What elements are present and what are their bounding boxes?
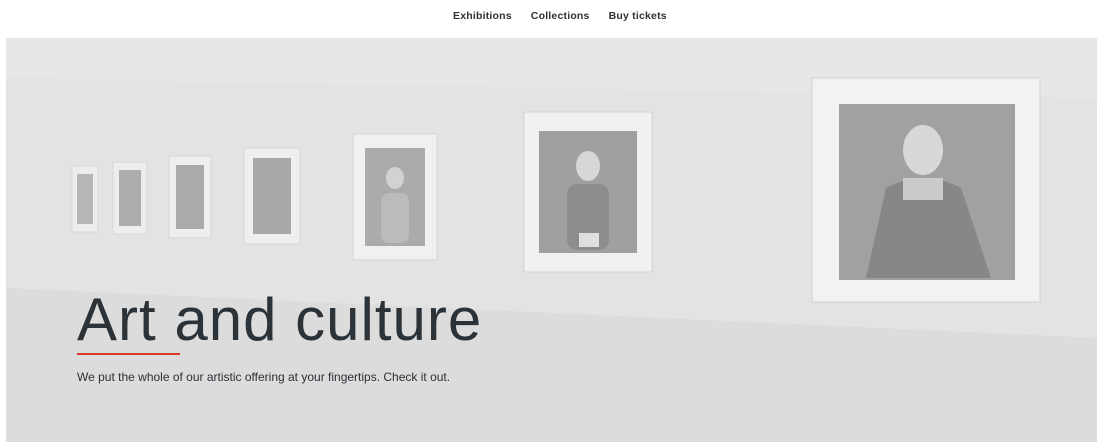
nav-menu: Exhibitions Collections Buy tickets xyxy=(453,9,686,23)
hero-title: Art and culture xyxy=(77,286,483,353)
hero-banner: Art and culture We put the whole of our … xyxy=(6,38,1097,442)
top-navigation: Exhibitions Collections Buy tickets xyxy=(0,0,1097,38)
nav-item-collections[interactable]: Collections xyxy=(531,9,590,23)
nav-item-exhibitions[interactable]: Exhibitions xyxy=(453,9,512,23)
nav-item-buy-tickets[interactable]: Buy tickets xyxy=(609,9,667,23)
hero-subtitle: We put the whole of our artistic offerin… xyxy=(77,370,451,384)
title-accent-underline xyxy=(77,353,180,355)
